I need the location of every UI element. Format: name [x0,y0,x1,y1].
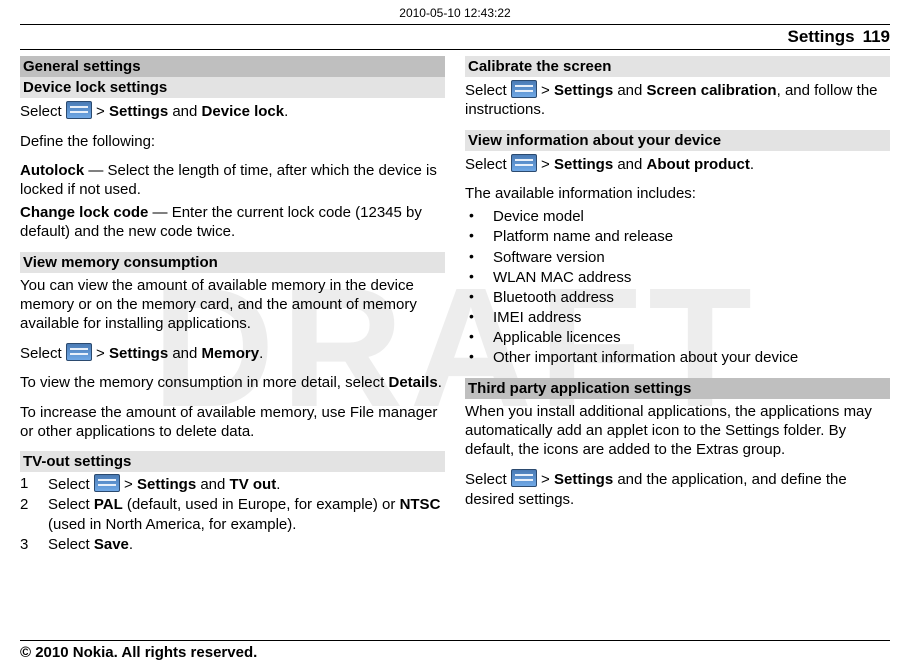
change-code-label: Change lock code [20,204,148,221]
tvout-steps: 1 Select > Settings and TV out. 2 Select… [20,474,445,554]
select-word: Select [465,156,507,173]
content-columns: General settings Device lock settings Se… [20,56,890,560]
select-word: Select [48,476,90,493]
gt-sep: > [96,345,105,362]
menu-icon [511,469,537,487]
settings-link: Settings [109,103,168,120]
top-rule [20,24,890,25]
and-word: and [200,476,225,493]
period: . [284,103,288,120]
details-pre: To view the memory consumption in more d… [20,374,389,391]
memory-details: To view the memory consumption in more d… [20,373,445,392]
step3-post: . [129,536,133,553]
memory-heading: View memory consumption [20,252,445,273]
third-party-intro: When you install additional applications… [465,402,890,460]
about-item: Bluetooth address [465,288,890,307]
select-word: Select [465,471,507,488]
details-post: . [438,374,442,391]
gt-sep: > [124,476,133,493]
and-word: and [617,82,642,99]
menu-icon [66,343,92,361]
third-party-heading: Third party application settings [465,378,890,399]
memory-link: Memory [202,345,260,362]
about-heading: View information about your device [465,130,890,151]
memory-increase: To increase the amount of available memo… [20,403,445,441]
about-item: Other important information about your d… [465,348,890,367]
step2-pre: Select [48,496,94,513]
tvout-heading: TV-out settings [20,451,445,472]
general-settings-heading: General settings [20,56,445,77]
about-product-link: About product [647,156,750,173]
header-section-title: Settings [788,27,855,47]
autolock-label: Autolock [20,162,84,179]
left-column: General settings Device lock settings Se… [20,56,445,560]
details-link: Details [389,374,438,391]
footer-rule [20,640,890,641]
define-intro: Define the following: [20,132,445,151]
about-list: Device model Platform name and release S… [465,207,890,368]
menu-icon [94,474,120,492]
and-word: and [172,103,197,120]
tvout-step-1: 1 Select > Settings and TV out. [20,474,445,494]
menu-icon [66,101,92,119]
about-item: WLAN MAC address [465,268,890,287]
right-column: Calibrate the screen Select > Settings a… [465,56,890,560]
step3-pre: Select [48,536,94,553]
step-number: 1 [20,474,34,494]
ntsc-link: NTSC [400,496,441,513]
select-word: Select [465,82,507,99]
settings-link: Settings [109,345,168,362]
change-code-item: Change lock code — Enter the current loc… [20,203,445,241]
memory-nav: Select > Settings and Memory. [20,343,445,363]
device-lock-link: Device lock [202,103,285,120]
step2-post: (used in North America, for example). [48,516,296,533]
period: . [259,345,263,362]
memory-intro: You can view the amount of available mem… [20,276,445,334]
settings-link: Settings [554,471,613,488]
footer: © 2010 Nokia. All rights reserved. [20,640,890,661]
gt-sep: > [96,103,105,120]
about-item: IMEI address [465,308,890,327]
screen-calibration-link: Screen calibration [647,82,777,99]
header-rule [20,49,890,50]
gt-sep: > [541,156,550,173]
step2-mid: (default, used in Europe, for example) o… [123,496,400,513]
autolock-item: Autolock — Select the length of time, af… [20,161,445,199]
about-list-intro: The available information includes: [465,184,890,203]
tvout-step-2: 2 Select PAL (default, used in Europe, f… [20,495,445,533]
third-party-nav: Select > Settings and the application, a… [465,469,890,508]
settings-link: Settings [137,476,196,493]
copyright: © 2010 Nokia. All rights reserved. [20,644,890,661]
pal-link: PAL [94,496,123,513]
step-number: 2 [20,495,34,533]
menu-icon [511,80,537,98]
about-item: Device model [465,207,890,226]
calibrate-heading: Calibrate the screen [465,56,890,77]
period: . [750,156,754,173]
select-word: Select [20,345,62,362]
device-lock-nav: Select > Settings and Device lock. [20,101,445,121]
about-nav: Select > Settings and About product. [465,154,890,174]
gt-sep: > [541,471,550,488]
header-page-number: 119 [863,27,890,47]
gt-sep: > [541,82,550,99]
build-timestamp: 2010-05-10 12:43:22 [20,6,890,20]
tvout-step-3: 3 Select Save. [20,535,445,554]
settings-link: Settings [554,156,613,173]
calibrate-nav: Select > Settings and Screen calibration… [465,80,890,119]
and-word: and [172,345,197,362]
about-item: Software version [465,248,890,267]
save-link: Save [94,536,129,553]
and-word: and [617,156,642,173]
tvout-link: TV out [230,476,277,493]
step-number: 3 [20,535,34,554]
about-item: Applicable licences [465,328,890,347]
select-word: Select [20,103,62,120]
device-lock-heading: Device lock settings [20,77,445,98]
about-item: Platform name and release [465,227,890,246]
settings-link: Settings [554,82,613,99]
menu-icon [511,154,537,172]
period: . [276,476,280,493]
